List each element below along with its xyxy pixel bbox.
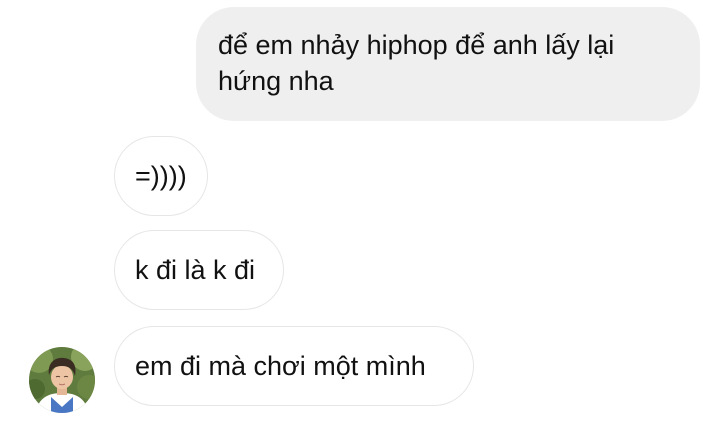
sender-avatar[interactable]: [29, 347, 95, 413]
message-text: =)))): [135, 161, 187, 191]
received-message-bubble[interactable]: k đi là k đi: [114, 230, 284, 310]
avatar-photo-icon: [29, 347, 95, 413]
message-text: em đi mà chơi một mình: [135, 351, 426, 381]
sent-message-bubble[interactable]: để em nhảy hiphop để anh lấy lại hứng nh…: [196, 7, 700, 121]
received-message-bubble[interactable]: =)))): [114, 136, 208, 216]
message-text: k đi là k đi: [135, 255, 256, 285]
message-thread: để em nhảy hiphop để anh lấy lại hứng nh…: [0, 0, 720, 432]
received-message-bubble[interactable]: em đi mà chơi một mình: [114, 326, 474, 406]
